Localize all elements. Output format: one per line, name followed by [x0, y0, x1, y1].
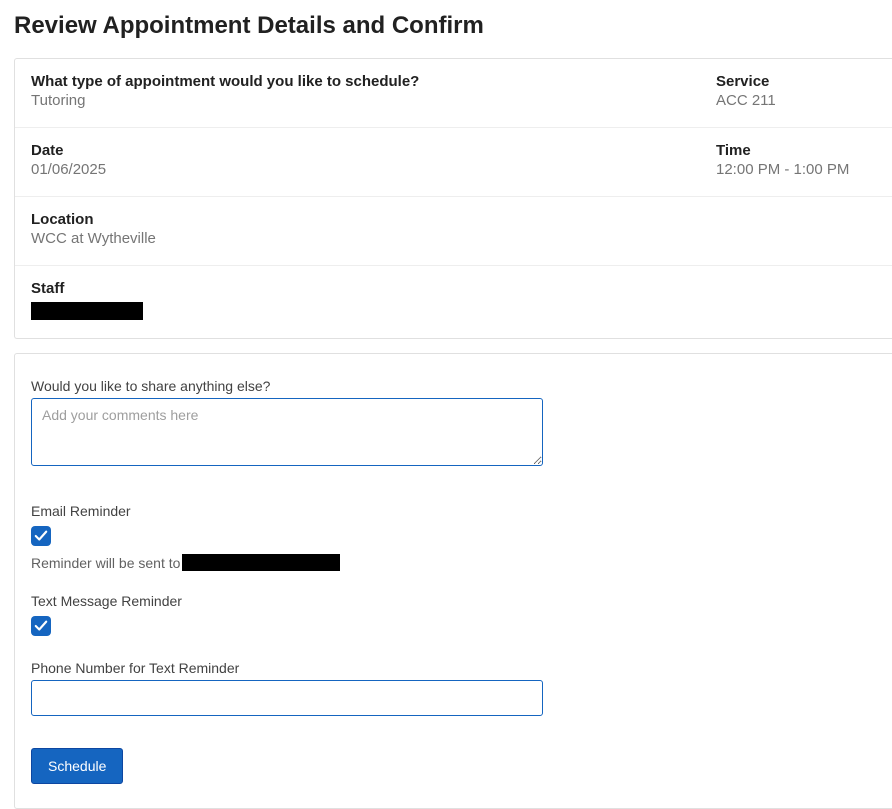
email-reminder-label: Email Reminder [31, 503, 876, 519]
appointment-type: What type of appointment would you like … [31, 73, 716, 109]
appointment-type-label: What type of appointment would you like … [31, 73, 716, 90]
detail-row-location: Location WCC at Wytheville [15, 197, 892, 266]
email-reminder-hint: Reminder will be sent to [31, 554, 876, 571]
page-title: Review Appointment Details and Confirm [14, 12, 892, 40]
detail-row-staff: Staff [15, 266, 892, 338]
detail-row-date-time: Date 01/06/2025 Time 12:00 PM - 1:00 PM [15, 128, 892, 197]
text-reminder-label: Text Message Reminder [31, 593, 876, 609]
time-label: Time [716, 142, 876, 159]
location-label: Location [31, 211, 876, 228]
phone-group: Phone Number for Text Reminder [31, 660, 876, 716]
confirmation-form: Would you like to share anything else? E… [14, 353, 892, 809]
checkmark-icon [34, 529, 48, 543]
date: Date 01/06/2025 [31, 142, 716, 178]
email-reminder-hint-prefix: Reminder will be sent to [31, 555, 180, 571]
location-value: WCC at Wytheville [31, 230, 876, 247]
email-reminder-group: Email Reminder Reminder will be sent to [31, 503, 876, 571]
date-value: 01/06/2025 [31, 161, 716, 178]
location: Location WCC at Wytheville [31, 211, 876, 247]
checkmark-icon [34, 619, 48, 633]
phone-label: Phone Number for Text Reminder [31, 660, 876, 676]
appointment-type-value: Tutoring [31, 92, 716, 109]
email-reminder-address-redacted [182, 554, 340, 571]
time: Time 12:00 PM - 1:00 PM [716, 142, 876, 178]
comments-group: Would you like to share anything else? [31, 378, 876, 471]
phone-input[interactable] [31, 680, 543, 716]
date-label: Date [31, 142, 716, 159]
staff: Staff [31, 280, 876, 320]
schedule-button[interactable]: Schedule [31, 748, 123, 784]
comments-label: Would you like to share anything else? [31, 378, 876, 394]
appointment-details-panel: What type of appointment would you like … [14, 58, 892, 339]
time-value: 12:00 PM - 1:00 PM [716, 161, 876, 178]
email-reminder-checkbox[interactable] [31, 526, 51, 546]
service-label: Service [716, 73, 876, 90]
detail-row-type-service: What type of appointment would you like … [15, 59, 892, 128]
staff-value-redacted [31, 302, 143, 320]
service-value: ACC 211 [716, 92, 876, 109]
text-reminder-checkbox[interactable] [31, 616, 51, 636]
comments-textarea[interactable] [31, 398, 543, 466]
text-reminder-group: Text Message Reminder [31, 593, 876, 638]
staff-label: Staff [31, 280, 876, 297]
service: Service ACC 211 [716, 73, 876, 109]
